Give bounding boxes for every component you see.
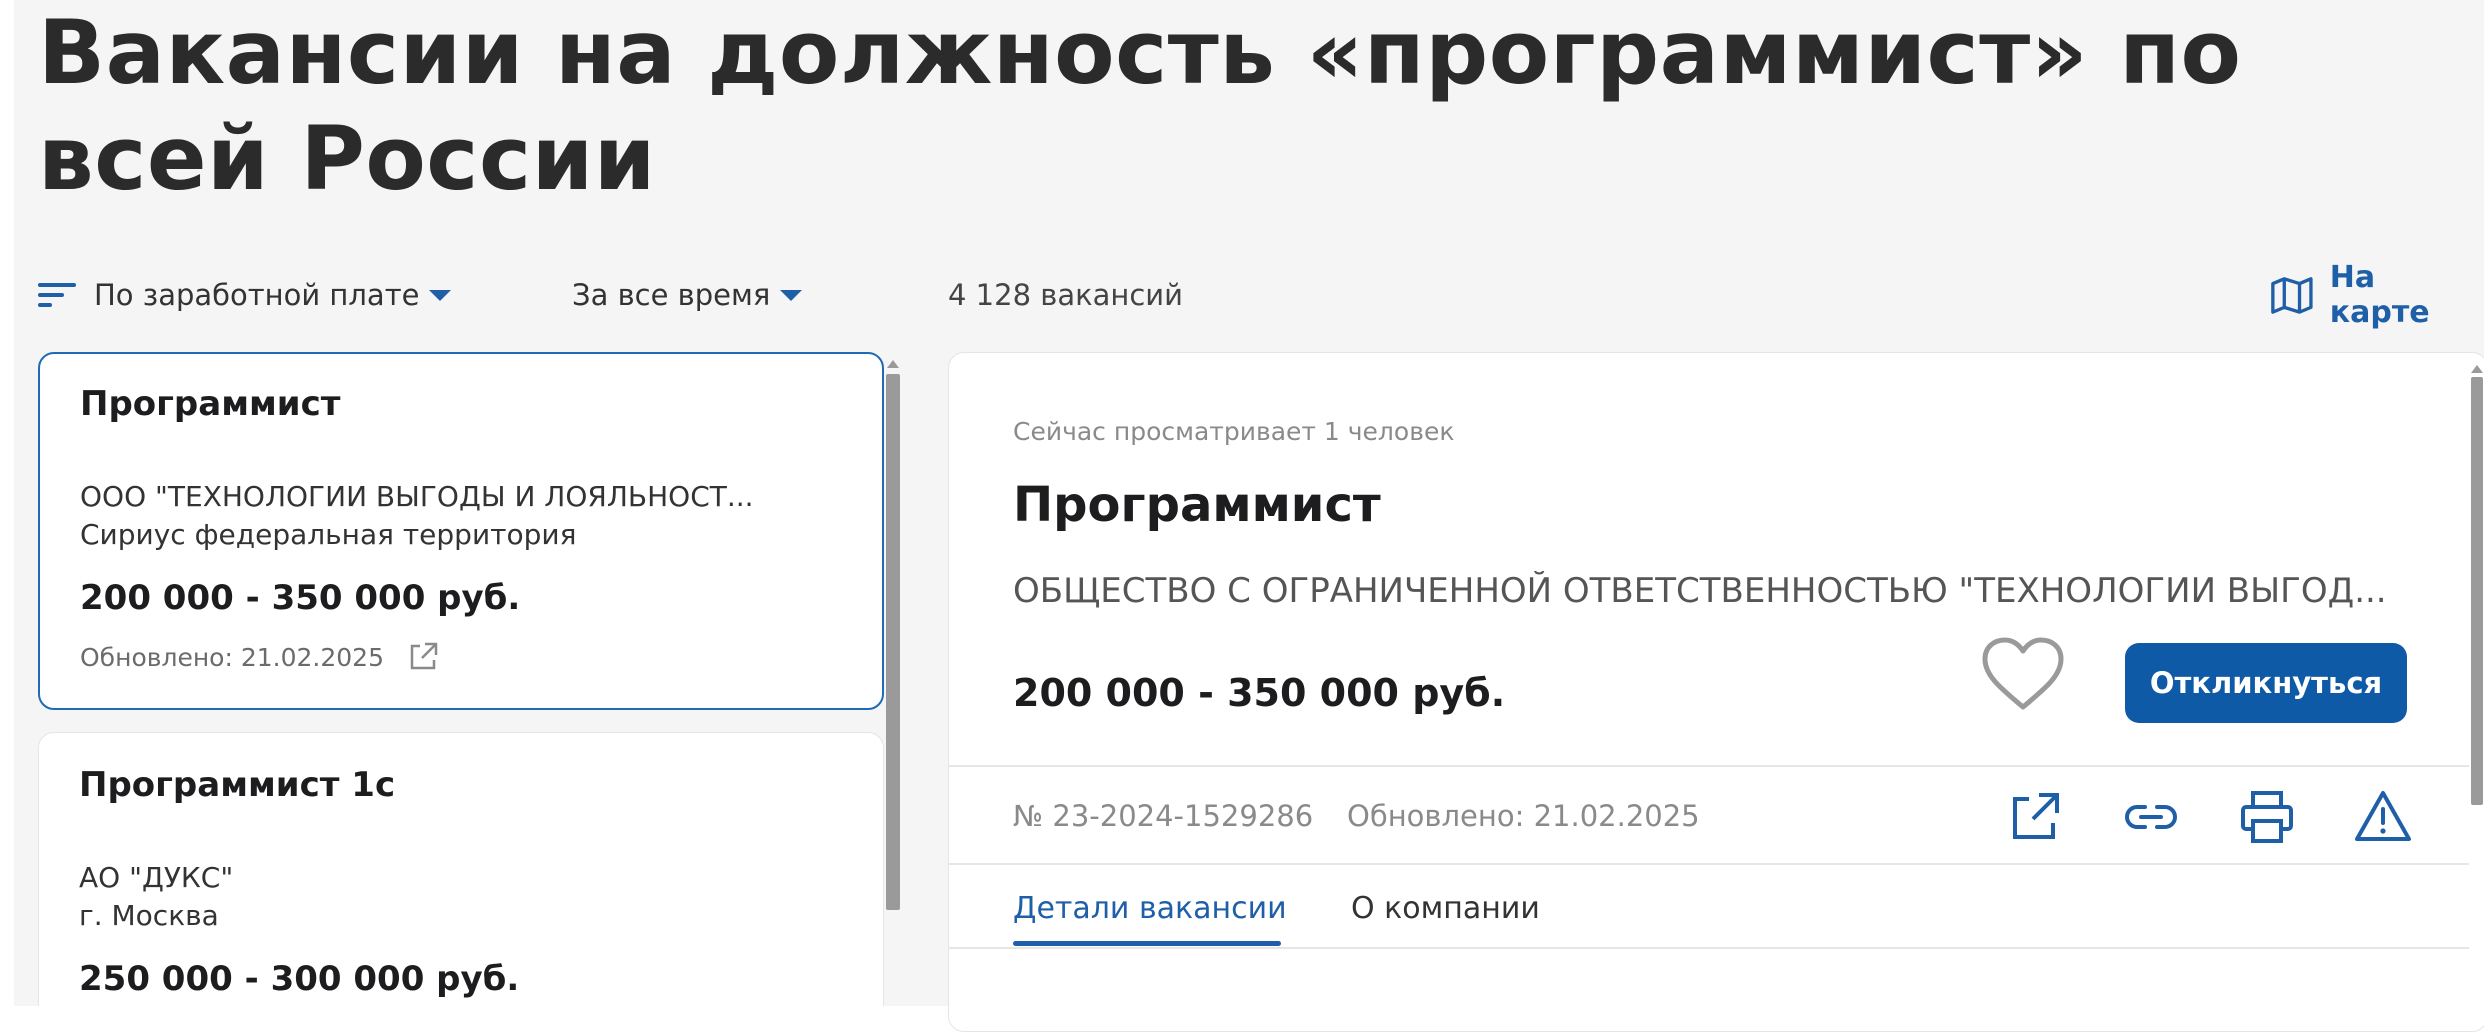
active-tab-indicator	[1013, 941, 1281, 946]
divider	[949, 765, 2469, 767]
list-scrollbar[interactable]	[886, 374, 900, 910]
detail-scroll-up-arrow[interactable]	[2471, 365, 2483, 373]
detail-title: Программист	[1013, 477, 1381, 533]
sort-icon	[38, 279, 78, 311]
list-scroll-up-arrow[interactable]	[887, 360, 899, 368]
detail-salary: 200 000 - 350 000 руб.	[1013, 671, 1506, 715]
vacancy-salary: 200 000 - 350 000 руб.	[80, 578, 521, 618]
toolbar: По заработной плате За все время 4 128 в…	[38, 260, 2478, 330]
external-link-icon[interactable]	[2003, 785, 2067, 849]
divider	[949, 947, 2469, 949]
page-background: Вакансии на должность «программист» по в…	[14, 0, 2484, 1032]
tab-about-company[interactable]: О компании	[1351, 891, 1540, 926]
external-link-icon[interactable]	[406, 640, 440, 674]
sort-label: По заработной плате	[94, 278, 420, 312]
vacancy-location: г. Москва	[79, 899, 219, 932]
viewers-count: Сейчас просматривает 1 человек	[1013, 417, 1455, 446]
period-dropdown[interactable]: За все время	[572, 270, 803, 320]
report-warning-icon[interactable]	[2351, 785, 2415, 849]
divider	[949, 863, 2469, 865]
apply-button[interactable]: Откликнуться	[2125, 643, 2407, 723]
print-icon[interactable]	[2235, 785, 2299, 849]
tab-vacancy-details[interactable]: Детали вакансии	[1013, 891, 1287, 926]
vacancy-title[interactable]: Программист 1с	[79, 765, 395, 805]
vacancy-location: Сириус федеральная территория	[80, 518, 577, 551]
vacancy-company: ООО "ТЕХНОЛОГИИ ВЫГОДЫ И ЛОЯЛЬНОСТ...	[80, 480, 754, 513]
map-icon	[2271, 277, 2313, 314]
detail-company[interactable]: ОБЩЕСТВО С ОГРАНИЧЕННОЙ ОТВЕТСТВЕННОСТЬЮ…	[1013, 571, 2413, 611]
vacancy-number: № 23-2024-1529286	[1013, 799, 1314, 833]
vacancy-salary: 250 000 - 300 000 руб.	[79, 959, 520, 999]
period-label: За все время	[572, 278, 771, 312]
vacancy-card[interactable]: Программист 1с АО "ДУКС" г. Москва 250 0…	[38, 732, 884, 1006]
page-title: Вакансии на должность «программист» по в…	[38, 1, 2242, 210]
vacancy-card[interactable]: Программист ООО "ТЕХНОЛОГИИ ВЫГОДЫ И ЛОЯ…	[38, 352, 884, 710]
heart-icon[interactable]	[1979, 635, 2067, 715]
detail-scrollbar[interactable]	[2471, 377, 2483, 805]
vacancy-count: 4 128 вакансий	[948, 278, 1183, 312]
vacancy-detail-panel: Сейчас просматривает 1 человек Программи…	[948, 352, 2484, 1032]
chevron-down-icon	[780, 289, 803, 301]
vacancy-updated-text: Обновлено: 21.02.2025	[80, 642, 384, 672]
vacancy-updated: Обновлено: 21.02.2025	[80, 640, 440, 674]
vacancy-company: АО "ДУКС"	[79, 861, 234, 894]
vacancy-title[interactable]: Программист	[80, 384, 340, 424]
map-label: На карте	[2329, 260, 2430, 330]
copy-link-icon[interactable]	[2119, 785, 2183, 849]
chevron-down-icon	[429, 289, 452, 301]
map-view-link[interactable]: На карте	[2270, 260, 2478, 330]
detail-updated: Обновлено: 21.02.2025	[1347, 799, 1700, 833]
vacancy-list: Программист ООО "ТЕХНОЛОГИИ ВЫГОДЫ И ЛОЯ…	[38, 352, 902, 1006]
sort-dropdown[interactable]: По заработной плате	[38, 270, 452, 320]
